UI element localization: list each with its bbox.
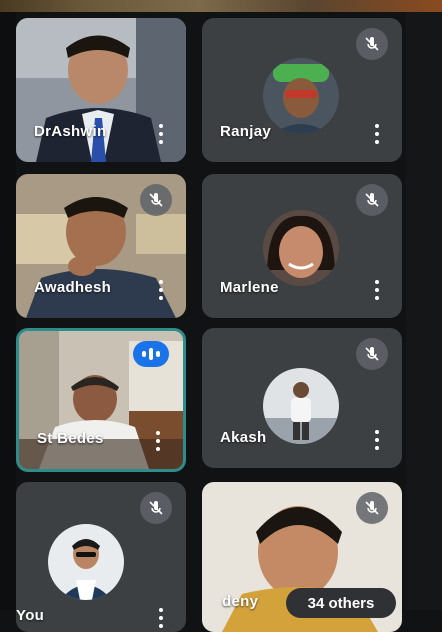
more-options-icon[interactable] [158, 124, 164, 144]
participant-tile[interactable]: Marlene [202, 174, 402, 318]
participant-name: Marlene [220, 279, 279, 296]
more-options-icon[interactable] [155, 431, 161, 451]
mic-off-icon [356, 492, 388, 524]
mic-off-icon [356, 28, 388, 60]
top-banner-strip [0, 0, 442, 12]
participant-name: DrAshwin [34, 123, 107, 140]
more-options-icon[interactable] [374, 280, 380, 300]
avatar [48, 524, 124, 600]
participant-tile[interactable]: Ranjay [202, 18, 402, 162]
participant-name: Ranjay [220, 123, 271, 140]
more-options-icon[interactable] [374, 124, 380, 144]
participant-tile[interactable]: Akash [202, 328, 402, 468]
avatar [263, 58, 339, 134]
more-options-icon[interactable] [158, 280, 164, 300]
participant-tile[interactable]: Awadhesh [16, 174, 186, 318]
mic-off-icon [140, 184, 172, 216]
avatar [263, 368, 339, 444]
left-edge [0, 12, 16, 610]
participant-name: deny [222, 593, 259, 610]
avatar [263, 210, 339, 286]
mic-off-icon [356, 184, 388, 216]
others-count-badge[interactable]: 34 others [286, 588, 396, 618]
mic-off-icon [356, 338, 388, 370]
speaking-icon [133, 341, 169, 367]
mic-off-icon [140, 492, 172, 524]
participant-name: St Bedes [37, 430, 104, 447]
right-edge [406, 12, 442, 610]
participant-tile[interactable]: DrAshwin [16, 18, 186, 162]
more-options-icon[interactable] [374, 430, 380, 450]
more-options-icon[interactable] [158, 608, 164, 628]
participant-name: Awadhesh [34, 279, 112, 296]
participant-name: Akash [220, 429, 267, 446]
participant-tile[interactable]: St Bedes [16, 328, 186, 472]
